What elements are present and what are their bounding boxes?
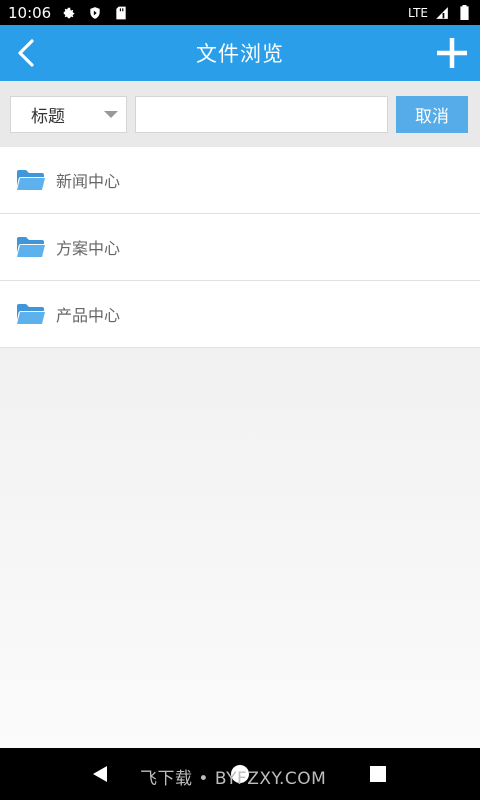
- shield-play-icon: [87, 5, 103, 21]
- file-list: 新闻中心 方案中心 产品中心: [0, 147, 480, 348]
- search-input[interactable]: [135, 95, 388, 133]
- sd-card-icon: [113, 5, 129, 21]
- list-item[interactable]: 新闻中心: [0, 147, 480, 214]
- app-bar: 文件浏览: [0, 25, 480, 81]
- back-button[interactable]: [4, 31, 48, 75]
- cancel-button[interactable]: 取消: [396, 95, 468, 133]
- signal-icon: [434, 5, 450, 21]
- network-type: LTE: [408, 5, 428, 20]
- settings-icon: [61, 5, 77, 21]
- add-button[interactable]: [430, 31, 474, 75]
- folder-icon: [16, 303, 46, 325]
- empty-area: [0, 348, 480, 748]
- filter-select-value: 标题: [31, 106, 65, 127]
- status-right: LTE: [408, 5, 472, 21]
- status-time: 10:06: [8, 3, 52, 22]
- filter-select[interactable]: 标题: [10, 95, 127, 133]
- list-item[interactable]: 产品中心: [0, 281, 480, 348]
- nav-recents-button[interactable]: [366, 762, 390, 786]
- status-bar: 10:06 LTE: [0, 0, 480, 25]
- chevron-left-icon: [18, 39, 34, 67]
- list-item[interactable]: 方案中心: [0, 214, 480, 281]
- plus-icon: [437, 38, 467, 68]
- page-title: 文件浏览: [196, 42, 284, 66]
- battery-icon: [456, 5, 472, 21]
- system-nav-bar: 飞下载 • BYFZXY.COM: [0, 748, 480, 800]
- list-item-label: 产品中心: [56, 306, 121, 325]
- search-bar: 标题 取消: [0, 81, 480, 147]
- watermark: 飞下载 • BYFZXY.COM: [140, 769, 327, 789]
- list-item-label: 方案中心: [56, 239, 121, 258]
- folder-icon: [16, 169, 46, 191]
- triangle-back-icon: [93, 766, 107, 782]
- caret-down-icon: [104, 110, 118, 118]
- nav-back-button[interactable]: [88, 762, 112, 786]
- folder-icon: [16, 236, 46, 258]
- status-left: 10:06: [8, 4, 129, 22]
- square-recents-icon: [370, 766, 386, 782]
- list-item-label: 新闻中心: [56, 172, 121, 191]
